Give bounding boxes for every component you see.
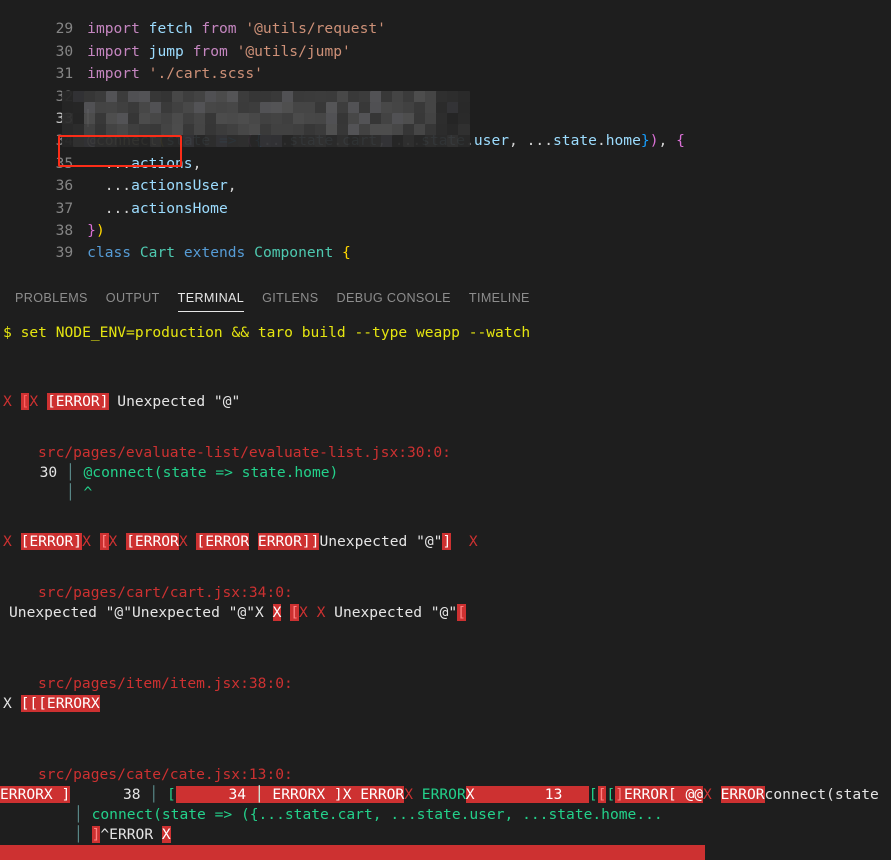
error-file-path-2: src/pages/cart/cart.jsx:34:0:	[38, 584, 293, 601]
code-line-34: 34 @connect(state => ({...state.cart, ...…	[0, 108, 891, 149]
tab-label: TIMELINE	[468, 291, 530, 306]
terminal-output[interactable]: $ set NODE_ENV=production && taro build …	[0, 316, 891, 860]
code-line-37: 37 ...actionsHome	[0, 175, 891, 217]
terminal-command: set NODE_ENV=production && taro build --…	[20, 324, 531, 341]
line-number: 39	[55, 244, 74, 262]
terminal-command-line: $ set NODE_ENV=production && taro build …	[0, 323, 891, 343]
tab-label: DEBUG CONSOLE	[336, 291, 451, 306]
terminal-blank	[0, 343, 891, 363]
error-header-1: X [X [ERROR] Unexpected "@"	[3, 393, 241, 410]
error-file-path-1: src/pages/evaluate-list/evaluate-list.js…	[38, 444, 451, 461]
error-header-2: X [ERROR]X [X [ERRORX [ERROR ERROR]]Unex…	[3, 533, 478, 550]
code-line-39: 39 class Cart extends Component {	[0, 220, 891, 261]
code-line-33: 33	[0, 86, 891, 127]
terminal-blank	[0, 363, 891, 383]
code-editor[interactable]: 28} ' 29import fetch from '@utils/reques…	[0, 0, 891, 281]
tab-label: OUTPUT	[105, 291, 160, 306]
error-code-line-4: ERRORX ] 38 │ [ 34 │ ERRORX ]X ERRORX ER…	[0, 786, 879, 803]
terminal-blank	[0, 503, 891, 523]
terminal-blank	[0, 734, 891, 754]
code-line-36: 36 ...actionsUser,	[0, 153, 891, 194]
error-code-line-4b: │ connect(state => ({...state.cart, ...s…	[74, 806, 663, 823]
code-line-29: 29 import fetch from '@utils/request'	[0, 0, 891, 37]
tab-label: PROBLEMS	[15, 291, 88, 306]
code-line-38: 38})	[0, 198, 891, 239]
terminal-blank	[0, 643, 891, 663]
error-code-line-2: Unexpected "@"Unexpected "@"X X [X X Une…	[9, 604, 466, 621]
tab-label: TERMINAL	[177, 291, 245, 306]
error-caret-4: │ ]^ERROR X	[74, 826, 171, 843]
terminal-blank	[0, 623, 891, 643]
code-line-32: 32	[0, 63, 891, 105]
tab-gitlens[interactable]: GITLENS	[253, 281, 327, 316]
tab-debug-console[interactable]: DEBUG CONSOLE	[328, 281, 460, 316]
error-file-path-4: src/pages/cate/cate.jsx:13:0:	[38, 766, 293, 783]
code-line-35: 35 ...actions,	[0, 130, 891, 172]
terminal-blank	[0, 412, 891, 432]
terminal-prompt: $	[3, 324, 12, 341]
terminal-blank	[0, 714, 891, 734]
tab-label: GITLENS	[262, 291, 319, 306]
tab-problems[interactable]: PROBLEMS	[6, 281, 97, 316]
tab-output[interactable]: OUTPUT	[97, 281, 169, 316]
code-line-31: 31 import './cart.scss'	[0, 41, 891, 82]
code-line-30: 30 import jump from '@utils/jump'	[0, 18, 891, 60]
terminal-blank	[0, 552, 891, 572]
panel-tab-bar[interactable]: PROBLEMS OUTPUT TERMINAL GITLENS DEBUG C…	[0, 281, 891, 316]
error-code-line-1: 30 │ @connect(state => state.home)	[22, 464, 339, 481]
tab-timeline[interactable]: TIMELINE	[460, 281, 539, 316]
error-code-line-3: X [[[ERRORX	[3, 695, 100, 712]
error-file-path-3: src/pages/item/item.jsx:38:0:	[38, 675, 293, 692]
tab-terminal[interactable]: TERMINAL	[169, 281, 253, 316]
error-caret-1: │ ^	[65, 484, 93, 501]
error-band-top	[0, 845, 705, 857]
